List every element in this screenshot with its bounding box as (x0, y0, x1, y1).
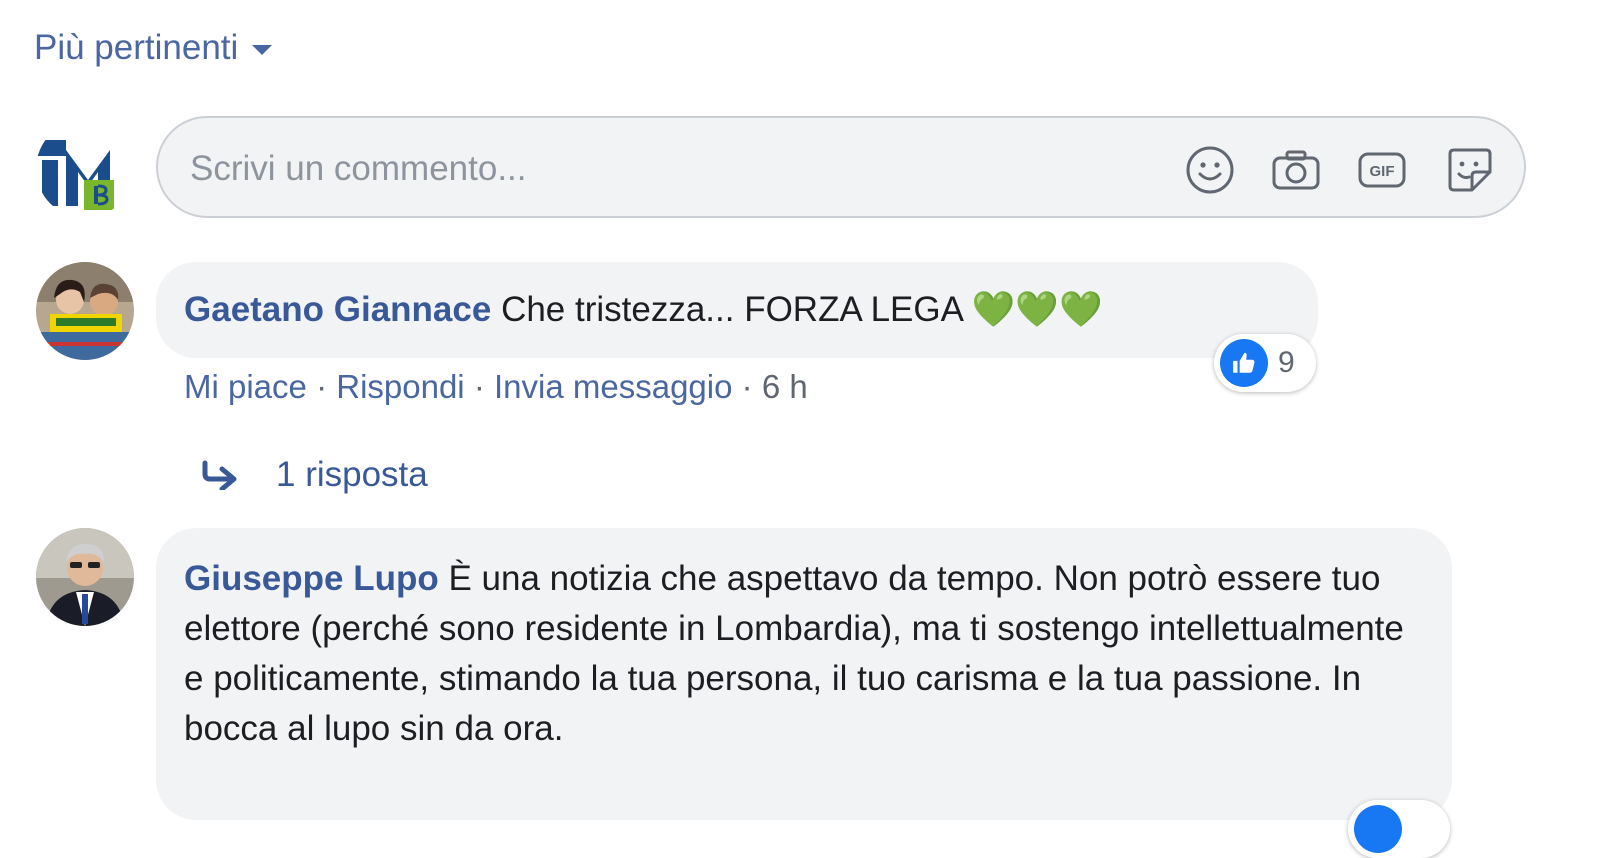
green-hearts-emoji: 💚💚💚 (971, 290, 1103, 329)
camera-icon[interactable] (1270, 144, 1322, 196)
reactions-summary[interactable]: 9 (1214, 334, 1316, 392)
comment-composer[interactable]: GIF (156, 116, 1526, 218)
reply-arrow-icon (202, 460, 237, 490)
comment-text: Che tristezza... FORZA LEGA (501, 290, 963, 329)
reactions-summary-partial[interactable] (1348, 800, 1450, 858)
comment-author-name[interactable]: Gaetano Giannace (184, 290, 491, 329)
sticker-icon[interactable] (1444, 144, 1496, 196)
emoji-icon[interactable] (1184, 144, 1236, 196)
comment-actions: Mi piace · Rispondi · Invia messaggio · … (184, 368, 808, 406)
sort-dropdown[interactable]: Più pertinenti (34, 28, 273, 68)
reply-link[interactable]: Rispondi (336, 368, 464, 405)
comment-bubble: Giuseppe Lupo È una notizia che aspettav… (156, 528, 1452, 820)
reaction-count: 9 (1278, 346, 1295, 379)
comment-input[interactable] (188, 140, 1092, 198)
replies-count-label: 1 risposta (276, 455, 428, 494)
gif-icon[interactable]: GIF (1356, 144, 1408, 196)
current-user-avatar[interactable] (36, 120, 134, 218)
sort-label: Più pertinenti (34, 28, 239, 67)
gif-label: GIF (1370, 163, 1395, 180)
like-link[interactable]: Mi piace (184, 368, 307, 405)
like-icon (1220, 339, 1268, 387)
separator: · (741, 368, 753, 405)
comment-bubble: Gaetano Giannace Che tristezza... FORZA … (156, 262, 1318, 358)
like-icon (1354, 805, 1402, 853)
view-replies-link[interactable]: 1 risposta (200, 455, 428, 495)
caret-down-icon (252, 45, 273, 55)
separator: · (473, 368, 485, 405)
comment-timestamp[interactable]: 6 h (762, 368, 808, 405)
comment-author-name[interactable]: Giuseppe Lupo (184, 559, 439, 598)
comment-author-avatar[interactable] (36, 528, 134, 626)
separator: · (316, 368, 328, 405)
send-message-link[interactable]: Invia messaggio (494, 368, 732, 405)
comment-author-avatar[interactable] (36, 262, 134, 360)
